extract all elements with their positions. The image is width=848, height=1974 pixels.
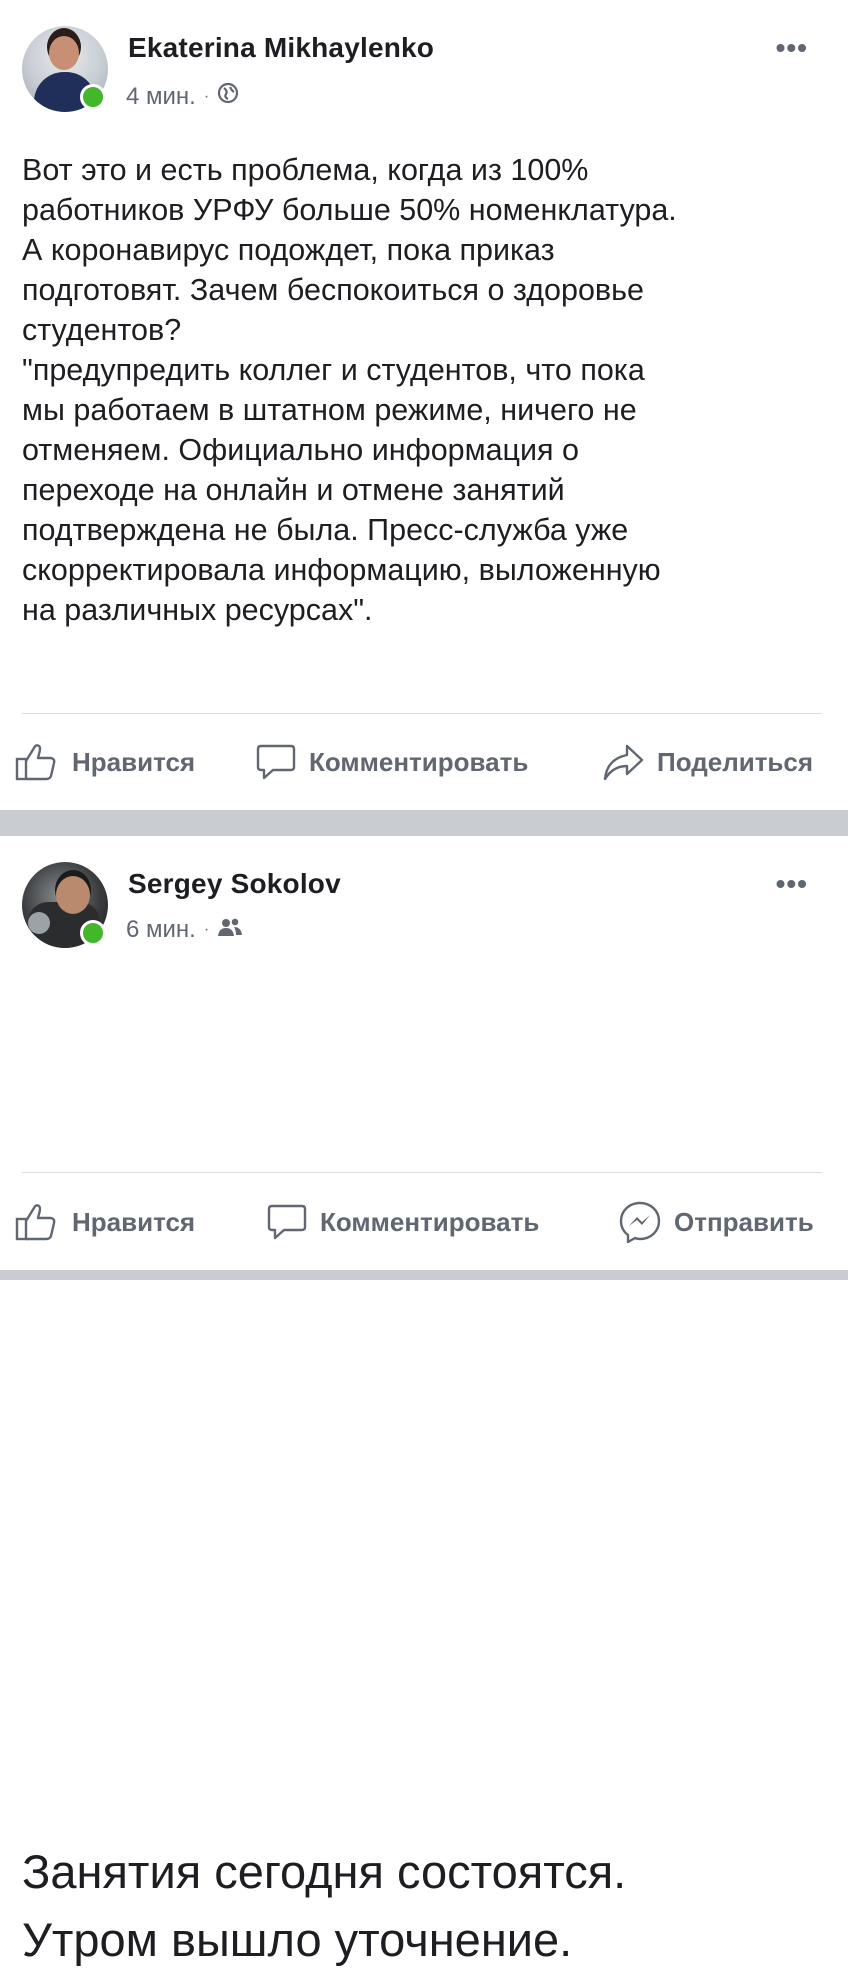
post-actions: Нравится Комментировать Поделиться [0, 742, 848, 782]
post-time[interactable]: 6 мин. [126, 916, 196, 944]
post-text-line: отменяем. Официально информация о [22, 433, 580, 467]
action-divider [22, 1172, 822, 1173]
online-status-icon [80, 84, 106, 110]
post-text-line: мы работаем в штатном режиме, ничего не [22, 393, 637, 427]
thumbs-up-icon [14, 1202, 60, 1242]
author-name[interactable]: Sergey Sokolov [128, 868, 341, 900]
comment-icon [255, 742, 297, 782]
comment-label: Комментировать [320, 1206, 540, 1237]
globe-icon [217, 82, 239, 111]
post-actions: Нравится Комментировать Отправить [0, 1200, 848, 1244]
post-text-line: "предупредить коллег и студентов, что по… [22, 353, 645, 387]
like-button[interactable]: Нравится [14, 1202, 195, 1242]
thumbs-up-icon [14, 742, 60, 782]
post-text-line: скорректировала информацию, выложенную [22, 553, 661, 587]
like-label: Нравится [72, 746, 196, 777]
comment-label: Комментировать [309, 746, 529, 777]
action-divider [22, 713, 822, 714]
like-button[interactable]: Нравится [14, 742, 195, 782]
comment-button[interactable]: Комментировать [255, 742, 528, 782]
post-text-line: на различных ресурсах". [22, 593, 373, 627]
post-text-line: Вот это и есть проблема, когда из 100% [22, 153, 589, 187]
friends-icon [217, 916, 243, 944]
comment-button[interactable]: Комментировать [266, 1202, 539, 1242]
post-meta: 6 мин. · [126, 916, 243, 944]
send-label: Отправить [674, 1206, 814, 1237]
post-text-line: Утром вышло уточнение. [22, 1913, 573, 1966]
post-text-line: подготовят. Зачем беспокоиться о здоровь… [22, 273, 644, 307]
post-separator [0, 1270, 848, 1280]
post-text: Вот это и есть проблема, когда из 100% р… [22, 150, 822, 630]
post-separator [0, 810, 848, 836]
share-icon [601, 742, 645, 782]
messenger-icon [618, 1200, 662, 1244]
post-text-line: подтверждена не была. Пресс-служба уже [22, 513, 629, 547]
post-text-line: студентов? [22, 313, 182, 347]
like-label: Нравится [72, 1206, 196, 1237]
post-text-line: Занятия сегодня состоятся. [22, 1845, 627, 1898]
post-text-line: работников УРФУ больше 50% номенклатура. [22, 193, 677, 227]
post-meta: 4 мин. · [126, 82, 239, 111]
author-avatar[interactable] [22, 862, 108, 948]
post-text: Занятия сегодня состоятся. Утром вышло у… [22, 1838, 822, 1974]
more-options-icon[interactable]: ••• [776, 34, 808, 62]
author-name[interactable]: Ekaterina Mikhaylenko [128, 32, 434, 64]
post-text-line: переходе на онлайн и отмене занятий [22, 473, 565, 507]
send-button[interactable]: Отправить [618, 1200, 814, 1244]
more-options-icon[interactable]: ••• [776, 870, 808, 898]
share-label: Поделиться [657, 746, 814, 777]
post-ekaterina: Ekaterina Mikhaylenko 4 мин. · ••• Вот э… [0, 0, 848, 810]
meta-separator: · [203, 87, 210, 105]
author-avatar[interactable] [22, 26, 108, 112]
online-status-icon [80, 920, 106, 946]
post-text-line: А коронавирус подождет, пока приказ [22, 233, 555, 267]
post-sergey: Sergey Sokolov 6 мин. · ••• Занятия сего… [0, 836, 848, 1966]
share-button[interactable]: Поделиться [601, 742, 813, 782]
post-time[interactable]: 4 мин. [126, 83, 196, 111]
meta-separator: · [203, 921, 210, 938]
comment-icon [266, 1202, 308, 1242]
